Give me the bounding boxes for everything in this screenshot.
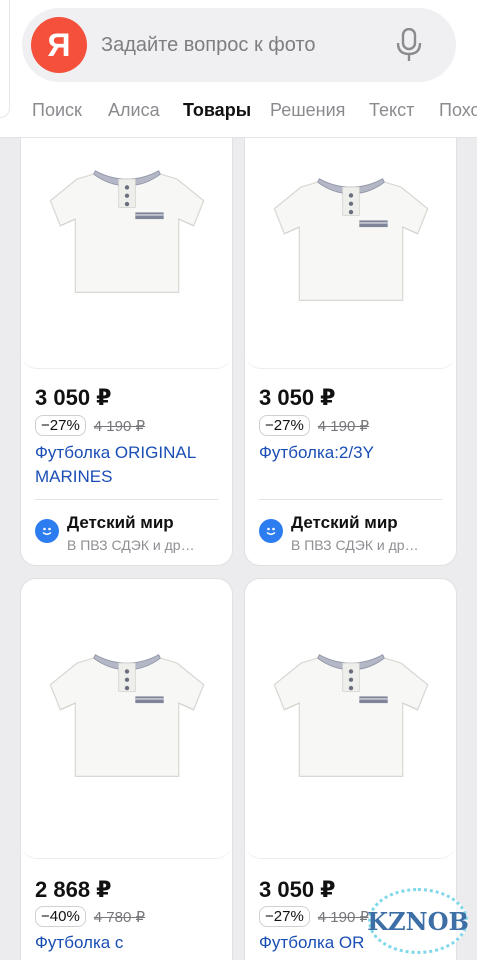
- product-image[interactable]: [245, 579, 456, 859]
- discount-row: −27% 4 190 ₽: [259, 906, 369, 927]
- discount-badge: −27%: [35, 415, 86, 436]
- delivery-info: В ПВЗ СДЭК и др…: [291, 537, 419, 553]
- old-price: 4 190 ₽: [317, 417, 370, 435]
- tab-products[interactable]: Товары: [183, 100, 251, 121]
- discount-badge: −40%: [35, 906, 86, 927]
- product-image[interactable]: [21, 123, 232, 369]
- discount-badge: −27%: [259, 906, 310, 927]
- discount-row: −27% 4 190 ₽: [259, 415, 369, 436]
- shop-name[interactable]: Детский мир: [291, 513, 398, 533]
- product-price: 3 050 ₽: [259, 385, 336, 410]
- tab-similar[interactable]: Похо: [439, 100, 477, 121]
- delivery-info: В ПВЗ СДЭК и др…: [67, 537, 195, 553]
- shop-logo-icon: [259, 519, 283, 543]
- search-bar[interactable]: Я: [22, 8, 456, 82]
- card-divider: [259, 499, 442, 500]
- product-price: 3 050 ₽: [259, 877, 336, 902]
- microphone-icon[interactable]: [392, 25, 426, 65]
- product-title[interactable]: Футболка:2/3Y: [259, 441, 449, 465]
- old-price: 4 190 ₽: [93, 417, 146, 435]
- app-header: Я Поиск Алиса Товары Решения Текст Похо: [0, 0, 477, 138]
- shop-name[interactable]: Детский мир: [67, 513, 174, 533]
- shop-logo-icon: [35, 519, 59, 543]
- product-price: 3 050 ₽: [35, 385, 112, 410]
- discount-row: −27% 4 190 ₽: [35, 415, 145, 436]
- card-divider: [35, 499, 218, 500]
- old-price: 4 190 ₽: [317, 908, 370, 926]
- product-card[interactable]: 3 050 ₽ −27% 4 190 ₽ Футболка ORIGINAL M…: [20, 122, 233, 566]
- tab-alice[interactable]: Алиса: [108, 100, 160, 121]
- product-title[interactable]: Футболка ORIGINAL MARINES: [35, 441, 225, 489]
- product-title[interactable]: Футболка с: [35, 931, 225, 955]
- search-tabs: Поиск Алиса Товары Решения Текст Похо: [0, 96, 477, 126]
- tab-text[interactable]: Текст: [369, 100, 414, 121]
- product-image[interactable]: [245, 123, 456, 369]
- old-price: 4 780 ₽: [93, 908, 146, 926]
- search-input[interactable]: [101, 33, 392, 57]
- tab-solutions[interactable]: Решения: [270, 100, 345, 121]
- yandex-logo[interactable]: Я: [31, 17, 87, 73]
- tab-search[interactable]: Поиск: [32, 100, 82, 121]
- discount-row: −40% 4 780 ₽: [35, 906, 145, 927]
- discount-badge: −27%: [259, 415, 310, 436]
- product-image[interactable]: [21, 579, 232, 859]
- product-price: 2 868 ₽: [35, 877, 112, 902]
- product-card[interactable]: 3 050 ₽ −27% 4 190 ₽ Футболка:2/3Y Детск…: [244, 122, 457, 566]
- kznob-watermark: KZNOB: [367, 888, 469, 954]
- product-card[interactable]: 2 868 ₽ −40% 4 780 ₽ Футболка с: [20, 578, 233, 960]
